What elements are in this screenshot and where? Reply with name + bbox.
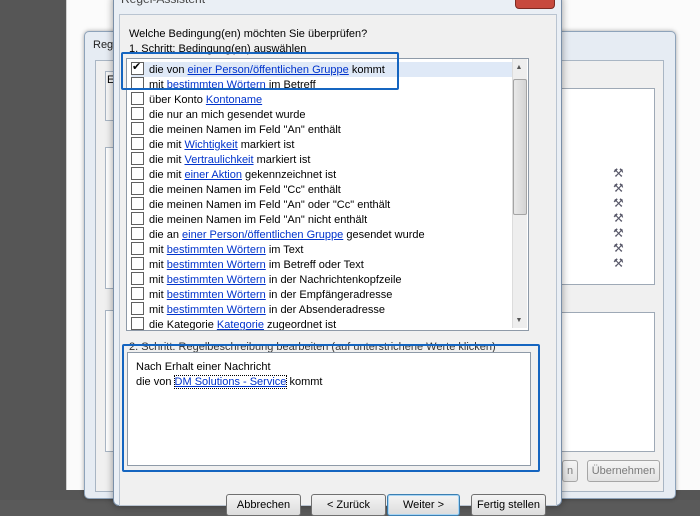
wizard-title: Regel-Assistent: [121, 0, 421, 8]
condition-link[interactable]: Wichtigkeit: [184, 139, 237, 151]
wrench-icon[interactable]: ⚒: [613, 211, 629, 225]
rules-apply-button[interactable]: Übernehmen: [587, 460, 660, 482]
condition-item-17[interactable]: die Kategorie Kategorie zugeordnet ist: [131, 317, 515, 330]
back-button[interactable]: < Zurück: [311, 494, 386, 516]
checkbox[interactable]: [131, 212, 144, 225]
wrench-icon[interactable]: ⚒: [613, 196, 629, 210]
checkbox[interactable]: [131, 137, 144, 150]
condition-item-7[interactable]: die mit einer Aktion gekennzeichnet ist: [131, 167, 515, 182]
next-button[interactable]: Weiter >: [387, 494, 460, 516]
desktop-background: [0, 0, 66, 500]
condition-link[interactable]: Kategorie: [217, 319, 264, 330]
condition-item-9[interactable]: die meinen Namen im Feld "An" oder "Cc" …: [131, 197, 515, 212]
checkbox[interactable]: [131, 302, 144, 315]
condition-link[interactable]: bestimmten Wörtern: [167, 259, 266, 271]
wrench-icon[interactable]: ⚒: [613, 181, 629, 195]
condition-link[interactable]: bestimmten Wörtern: [167, 274, 266, 286]
scroll-down-icon[interactable]: ▼: [513, 315, 525, 327]
condition-link[interactable]: Kontoname: [206, 94, 262, 106]
checkbox[interactable]: [131, 272, 144, 285]
condition-item-12[interactable]: mit bestimmten Wörtern im Text: [131, 242, 515, 257]
wrench-icon[interactable]: ⚒: [613, 226, 629, 240]
scroll-thumb[interactable]: [513, 79, 527, 215]
close-button[interactable]: [515, 0, 555, 9]
finish-button[interactable]: Fertig stellen: [471, 494, 546, 516]
highlight-frame-description: [122, 344, 540, 472]
condition-link[interactable]: bestimmten Wörtern: [167, 289, 266, 301]
condition-link[interactable]: einer Aktion: [184, 169, 241, 181]
condition-item-10[interactable]: die meinen Namen im Feld "An" nicht enth…: [131, 212, 515, 227]
condition-link[interactable]: einer Person/öffentlichen Gruppe: [182, 229, 343, 241]
condition-item-5[interactable]: die mit Wichtigkeit markiert ist: [131, 137, 515, 152]
cancel-button[interactable]: Abbrechen: [226, 494, 301, 516]
rules-ok-button[interactable]: n: [562, 460, 578, 482]
condition-item-6[interactable]: die mit Vertraulichkeit markiert ist: [131, 152, 515, 167]
condition-item-8[interactable]: die meinen Namen im Feld "Cc" enthält: [131, 182, 515, 197]
condition-item-15[interactable]: mit bestimmten Wörtern in der Empfängera…: [131, 287, 515, 302]
condition-item-16[interactable]: mit bestimmten Wörtern in der Absenderad…: [131, 302, 515, 317]
wrench-icon[interactable]: ⚒: [613, 256, 629, 270]
checkbox[interactable]: [131, 242, 144, 255]
checkbox[interactable]: [131, 257, 144, 270]
checkbox[interactable]: [131, 107, 144, 120]
checkbox[interactable]: [131, 92, 144, 105]
condition-item-13[interactable]: mit bestimmten Wörtern im Betreff oder T…: [131, 257, 515, 272]
checkbox[interactable]: [131, 152, 144, 165]
condition-item-11[interactable]: die an einer Person/öffentlichen Gruppe …: [131, 227, 515, 242]
highlight-frame-condition: [121, 52, 399, 90]
condition-list[interactable]: die von einer Person/öffentlichen Gruppe…: [126, 58, 529, 331]
checkbox[interactable]: [131, 287, 144, 300]
scroll-up-icon[interactable]: ▲: [513, 62, 525, 74]
wrench-icon[interactable]: ⚒: [613, 166, 629, 180]
checkbox[interactable]: [131, 167, 144, 180]
checkbox[interactable]: [131, 317, 144, 330]
condition-item-14[interactable]: mit bestimmten Wörtern in der Nachrichte…: [131, 272, 515, 287]
wizard-question: Welche Bedingung(en) möchten Sie überprü…: [129, 28, 368, 40]
condition-link[interactable]: bestimmten Wörtern: [167, 244, 266, 256]
condition-item-2[interactable]: über Konto Kontoname: [131, 92, 515, 107]
checkbox[interactable]: [131, 122, 144, 135]
condition-item-4[interactable]: die meinen Namen im Feld "An" enthält: [131, 122, 515, 137]
checkbox[interactable]: [131, 197, 144, 210]
condition-link[interactable]: bestimmten Wörtern: [167, 304, 266, 316]
checkbox[interactable]: [131, 182, 144, 195]
wrench-icon[interactable]: ⚒: [613, 241, 629, 255]
condition-link[interactable]: Vertraulichkeit: [184, 154, 253, 166]
condition-item-3[interactable]: die nur an mich gesendet wurde: [131, 107, 515, 122]
checkbox[interactable]: [131, 227, 144, 240]
